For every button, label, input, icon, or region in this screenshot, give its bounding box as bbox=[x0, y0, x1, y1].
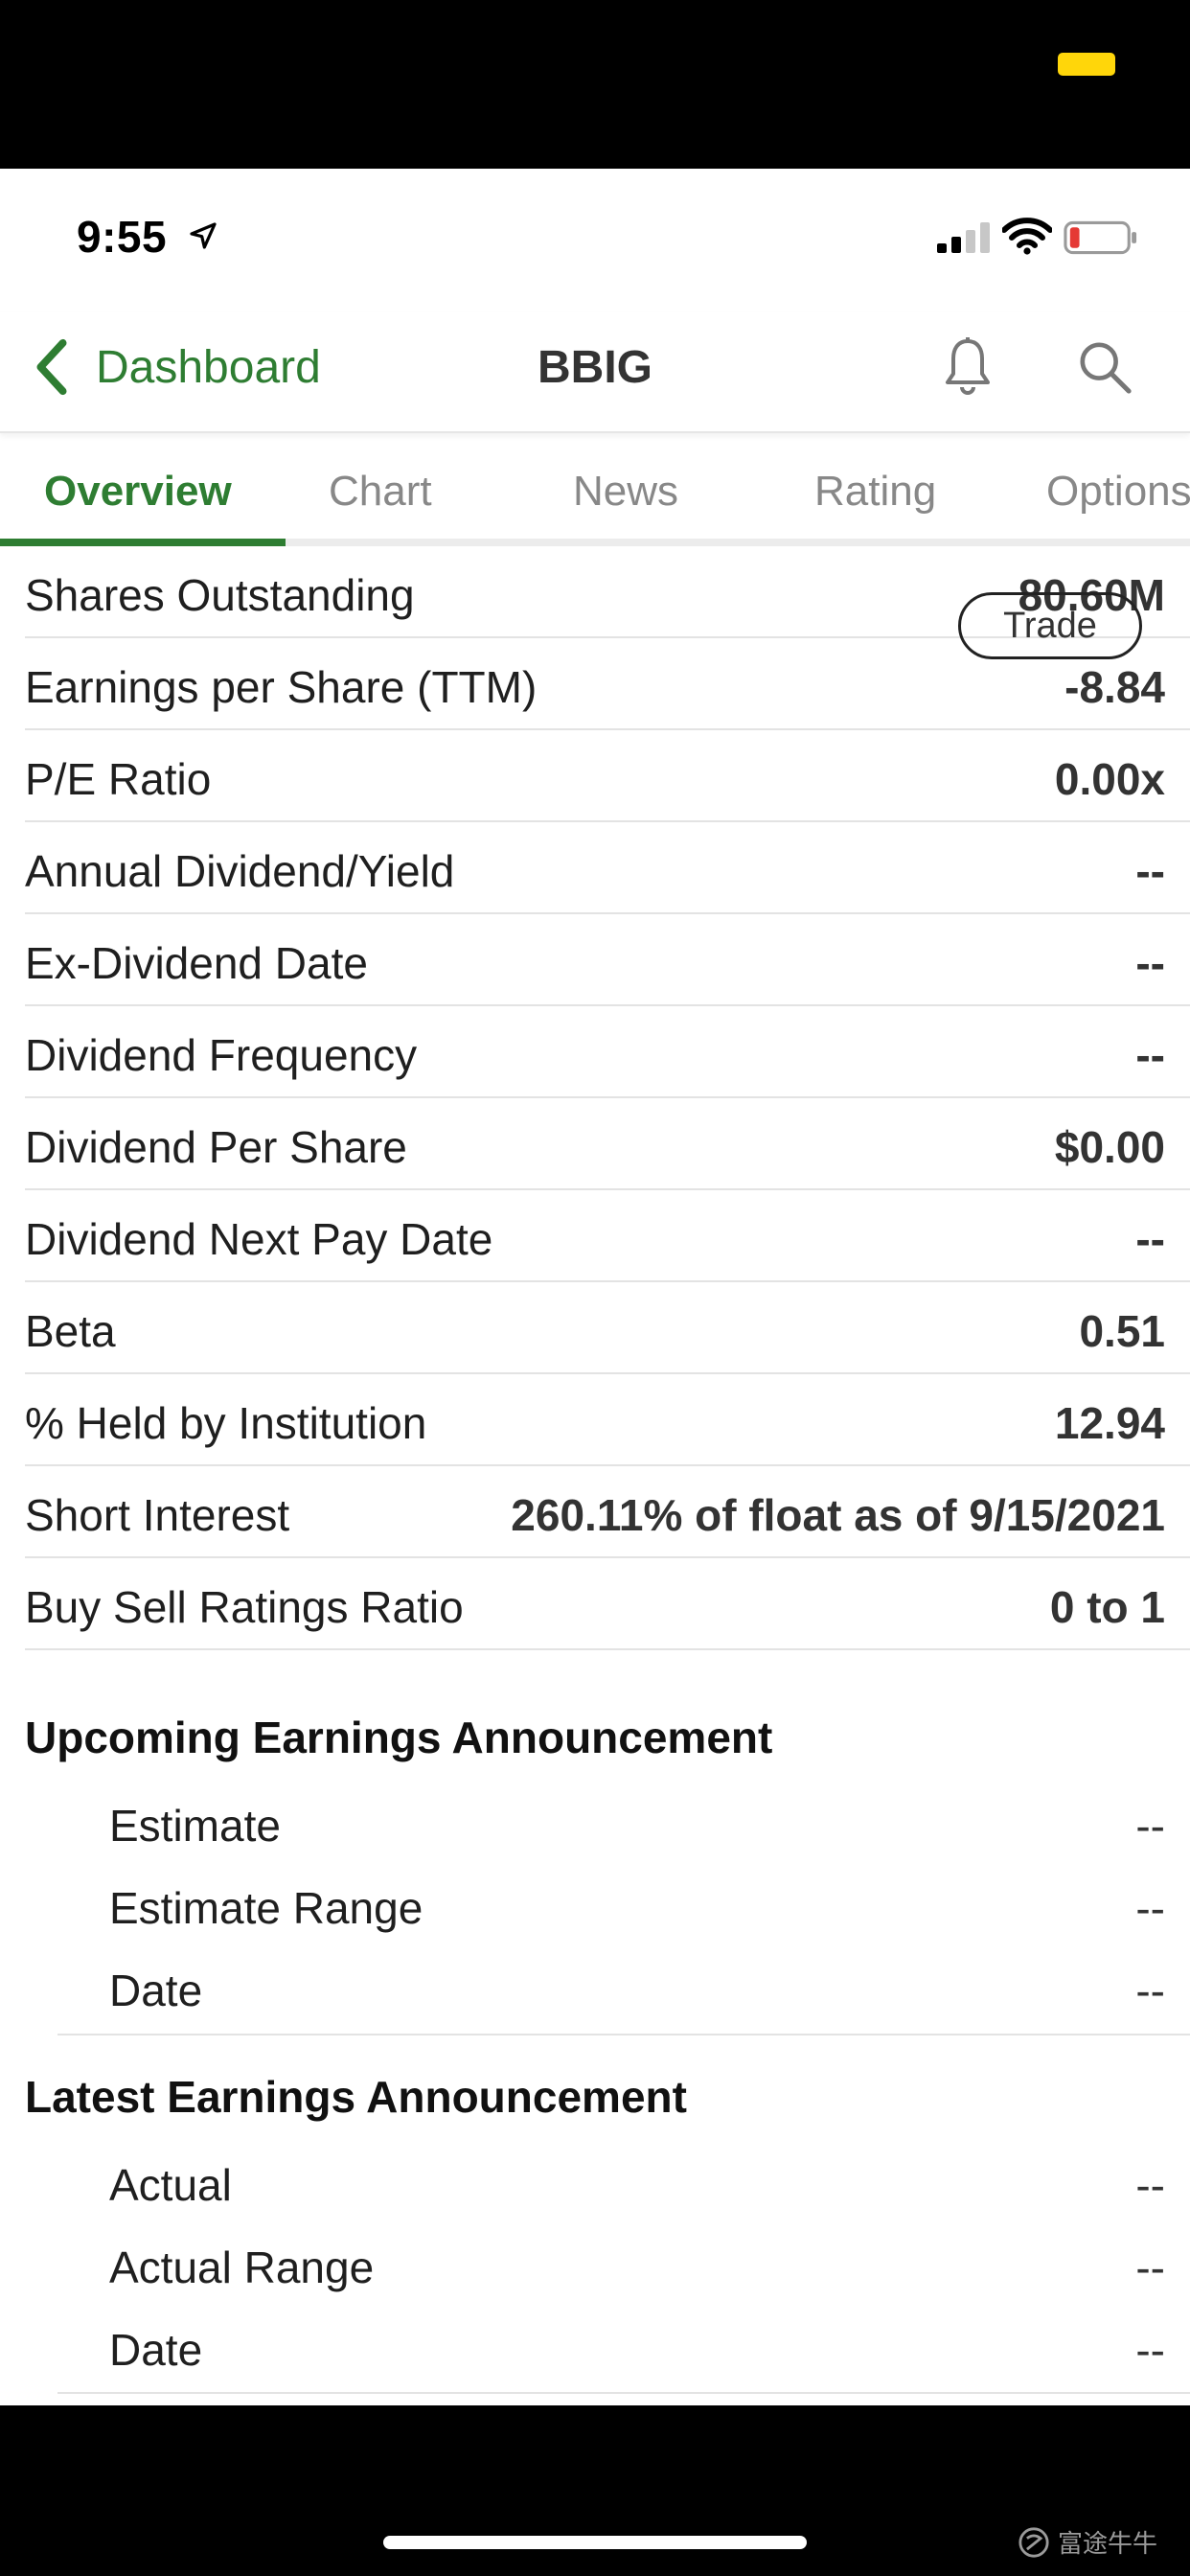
stat-label: Beta bbox=[25, 1306, 116, 1356]
top-bezel bbox=[0, 0, 1190, 169]
stat-label: Dividend Frequency bbox=[25, 1030, 418, 1080]
watermark-text: 富途牛牛 bbox=[1058, 2529, 1158, 2558]
sub-label: Actual bbox=[109, 2160, 232, 2210]
watermark: 富途牛牛 bbox=[1018, 2524, 1157, 2560]
upcoming-date-row: Date -- bbox=[109, 1949, 1165, 2032]
sub-value: -- bbox=[1135, 1801, 1165, 1851]
stat-label: % Held by Institution bbox=[25, 1398, 427, 1448]
stat-row-short-interest: Short Interest 260.11% of float as of 9/… bbox=[25, 1466, 1190, 1558]
upcoming-earnings-heading: Upcoming Earnings Announcement bbox=[25, 1713, 773, 1762]
stat-row-ex-dividend-date: Ex-Dividend Date -- bbox=[25, 914, 1190, 1006]
status-time: 9:55 bbox=[77, 212, 168, 262]
stat-row-annual-dividend: Annual Dividend/Yield -- bbox=[25, 822, 1190, 914]
sub-label: Estimate Range bbox=[109, 1883, 423, 1933]
latest-actual-range-row: Actual Range -- bbox=[109, 2226, 1165, 2309]
sub-label: Estimate bbox=[109, 1801, 281, 1851]
stat-row-dividend-per-share: Dividend Per Share $0.00 bbox=[25, 1098, 1190, 1190]
stat-value: -- bbox=[1135, 938, 1165, 988]
home-indicator[interactable] bbox=[383, 2536, 807, 2549]
search-icon[interactable] bbox=[1077, 339, 1133, 395]
active-tab-indicator bbox=[0, 539, 286, 546]
sub-label: Actual Range bbox=[109, 2242, 375, 2292]
sub-value: -- bbox=[1135, 1883, 1165, 1933]
tab-overview[interactable]: Overview bbox=[44, 468, 232, 516]
stat-row-held-by-institution: % Held by Institution 12.94 bbox=[25, 1374, 1190, 1466]
stat-label: Buy Sell Ratings Ratio bbox=[25, 1582, 464, 1632]
page-title: BBIG bbox=[538, 342, 652, 393]
stat-label: Dividend Per Share bbox=[25, 1122, 407, 1172]
stat-label: Annual Dividend/Yield bbox=[25, 846, 455, 896]
recording-indicator bbox=[1058, 53, 1115, 76]
navigation-bar: Dashboard BBIG bbox=[0, 312, 1190, 433]
sub-label: Date bbox=[109, 2325, 203, 2375]
stat-value: -- bbox=[1135, 846, 1165, 896]
sub-value: -- bbox=[1135, 2325, 1165, 2375]
stat-value: $0.00 bbox=[1054, 1122, 1165, 1172]
stat-value: 260.11% of float as of 9/15/2021 bbox=[511, 1490, 1165, 1540]
location-arrow-icon bbox=[190, 222, 217, 249]
latest-actual-row: Actual -- bbox=[109, 2144, 1165, 2226]
bell-icon[interactable] bbox=[943, 335, 993, 397]
latest-earnings-heading: Latest Earnings Announcement bbox=[25, 2072, 687, 2122]
upcoming-estimate-row: Estimate -- bbox=[109, 1784, 1165, 1867]
sub-label: Date bbox=[109, 1966, 203, 2015]
stat-label: Ex-Dividend Date bbox=[25, 938, 368, 988]
stat-value: 0.00x bbox=[1054, 754, 1165, 804]
tab-options[interactable]: Options bbox=[1046, 468, 1190, 516]
futu-logo-icon bbox=[1018, 2526, 1049, 2558]
stat-label: Earnings per Share (TTM) bbox=[25, 662, 538, 712]
stat-value: -8.84 bbox=[1064, 662, 1165, 712]
stat-row-beta: Beta 0.51 bbox=[25, 1282, 1190, 1374]
stat-value: -- bbox=[1135, 1030, 1165, 1080]
trade-button[interactable]: Trade bbox=[958, 592, 1142, 659]
stat-row-dividend-frequency: Dividend Frequency -- bbox=[25, 1006, 1190, 1098]
section-divider bbox=[57, 2034, 1190, 2036]
stat-label: Shares Outstanding bbox=[25, 570, 415, 620]
tab-rating[interactable]: Rating bbox=[814, 468, 936, 516]
latest-date-row: Date -- bbox=[109, 2309, 1165, 2391]
stat-row-dividend-next-pay-date: Dividend Next Pay Date -- bbox=[25, 1190, 1190, 1282]
stat-value: 12.94 bbox=[1054, 1398, 1165, 1448]
stat-value: 0.51 bbox=[1079, 1306, 1165, 1356]
battery-icon bbox=[1064, 220, 1137, 255]
status-bar: 9:55 bbox=[0, 169, 1190, 312]
stat-row-buy-sell-ratio: Buy Sell Ratings Ratio 0 to 1 bbox=[25, 1558, 1190, 1650]
stat-label: P/E Ratio bbox=[25, 754, 212, 804]
tab-chart[interactable]: Chart bbox=[329, 468, 432, 516]
bottom-bezel bbox=[0, 2405, 1190, 2576]
stat-value: 0 to 1 bbox=[1049, 1582, 1165, 1632]
tab-bar: Overview Chart News Rating Options bbox=[0, 433, 1190, 546]
stat-row-pe-ratio: P/E Ratio 0.00x bbox=[25, 730, 1190, 822]
stat-value: -- bbox=[1135, 1214, 1165, 1264]
tab-news[interactable]: News bbox=[573, 468, 678, 516]
stat-label: Short Interest bbox=[25, 1490, 290, 1540]
sub-value: -- bbox=[1135, 2242, 1165, 2292]
section-divider bbox=[57, 2392, 1190, 2394]
stats-list: Shares Outstanding 80.60M Earnings per S… bbox=[0, 546, 1190, 1650]
upcoming-estimate-range-row: Estimate Range -- bbox=[109, 1867, 1165, 1949]
stat-label: Dividend Next Pay Date bbox=[25, 1214, 493, 1264]
cellular-signal-icon bbox=[937, 222, 990, 253]
sub-value: -- bbox=[1135, 1966, 1165, 2015]
wifi-icon bbox=[1002, 218, 1052, 255]
app-screen: 9:55 Dashboard BBIG Overview Chart News … bbox=[0, 169, 1190, 2405]
sub-value: -- bbox=[1135, 2160, 1165, 2210]
